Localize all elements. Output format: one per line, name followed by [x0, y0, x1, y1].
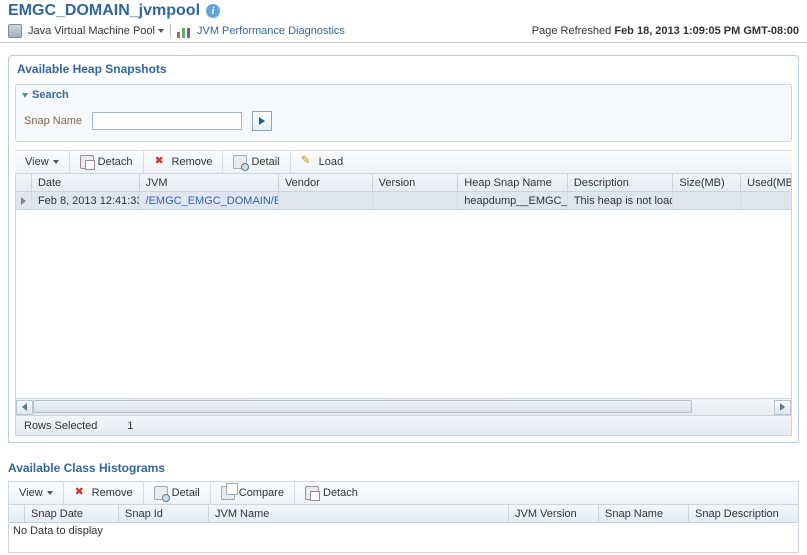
snapname-label: Snap Name	[24, 115, 82, 127]
hist-col-jvm-version[interactable]: JVM Version	[509, 505, 599, 522]
hist-remove-label: Remove	[92, 487, 133, 499]
load-button[interactable]: Load	[291, 151, 353, 173]
cell-heap-snap-name: heapdump__EMGC_EMG	[458, 192, 568, 209]
detail-icon	[233, 155, 247, 169]
jvm-pool-menu[interactable]: Java Virtual Machine Pool	[28, 25, 164, 37]
collapse-icon	[22, 93, 28, 98]
detail-label: Detail	[251, 156, 279, 168]
chevron-down-icon	[53, 160, 59, 164]
detail-icon	[154, 486, 168, 500]
compare-icon	[221, 486, 235, 500]
hist-expand-header	[9, 505, 25, 522]
info-icon[interactable]: i	[206, 4, 220, 18]
search-heading: Search	[32, 89, 69, 101]
jvm-pool-menu-label: Java Virtual Machine Pool	[28, 25, 155, 37]
col-version[interactable]: Version	[373, 174, 459, 191]
hist-detach-label: Detach	[323, 487, 358, 499]
horizontal-scrollbar[interactable]	[16, 398, 791, 415]
snapname-input[interactable]	[92, 112, 242, 130]
hist-col-snap-name[interactable]: Snap Name	[599, 505, 689, 522]
cell-version	[373, 192, 459, 209]
detach-icon	[80, 155, 94, 169]
page-refreshed-time: Feb 18, 2013 1:09:05 PM GMT-08:00	[614, 25, 799, 37]
chevron-down-icon	[47, 491, 53, 495]
col-used[interactable]: Used(MB)	[741, 174, 791, 191]
col-vendor[interactable]: Vendor	[279, 174, 373, 191]
rows-selected-label: Rows Selected	[24, 420, 97, 432]
hist-view-menu[interactable]: View	[9, 482, 64, 504]
hist-compare-label: Compare	[239, 487, 284, 499]
hist-empty-message: No Data to display	[8, 523, 799, 553]
hist-remove-button[interactable]: Remove	[64, 482, 144, 504]
detail-button[interactable]: Detail	[223, 151, 290, 173]
separator	[170, 24, 171, 38]
cell-description: This heap is not loaded	[568, 192, 674, 209]
row-expand-header	[16, 174, 32, 191]
scroll-track[interactable]	[33, 400, 774, 415]
col-jvm[interactable]: JVM	[140, 174, 279, 191]
page-refreshed: Page Refreshed Feb 18, 2013 1:09:05 PM G…	[532, 25, 799, 37]
hist-detail-button[interactable]: Detail	[144, 482, 211, 504]
cell-used	[741, 192, 791, 209]
remove-icon	[154, 155, 168, 169]
histograms-panel-title: Available Class Histograms	[8, 455, 799, 481]
hist-detail-label: Detail	[172, 487, 200, 499]
chevron-down-icon	[158, 29, 164, 33]
cell-size	[673, 192, 741, 209]
detach-icon	[305, 486, 319, 500]
jvm-diagnostics-link[interactable]: JVM Performance Diagnostics	[197, 25, 345, 37]
hist-col-snap-id[interactable]: Snap Id	[119, 505, 209, 522]
col-description[interactable]: Description	[568, 174, 674, 191]
load-label: Load	[319, 156, 343, 168]
hist-col-snap-date[interactable]: Snap Date	[25, 505, 119, 522]
row-expand-toggle[interactable]	[16, 192, 32, 209]
page-refreshed-prefix: Page Refreshed	[532, 25, 612, 37]
search-go-button[interactable]	[252, 111, 272, 131]
remove-label: Remove	[172, 156, 213, 168]
col-date[interactable]: Date	[32, 174, 140, 191]
cell-date: Feb 8, 2013 12:41:33 AM	[32, 192, 140, 209]
hist-compare-button[interactable]: Compare	[211, 482, 295, 504]
hist-view-label: View	[19, 487, 43, 499]
chevron-right-icon	[21, 197, 26, 205]
detach-button[interactable]: Detach	[70, 151, 144, 173]
scroll-thumb[interactable]	[33, 400, 692, 413]
scroll-right-button[interactable]	[774, 400, 791, 415]
col-heap-snap-name[interactable]: Heap Snap Name	[458, 174, 568, 191]
snapshots-panel-title: Available Heap Snapshots	[9, 56, 798, 82]
arrow-right-icon	[259, 117, 265, 125]
detach-label: Detach	[98, 156, 133, 168]
hist-col-jvm-name[interactable]: JVM Name	[209, 505, 509, 522]
remove-button[interactable]: Remove	[144, 151, 224, 173]
page-title: EMGC_DOMAIN_jvmpool	[8, 2, 200, 20]
view-label: View	[25, 156, 49, 168]
grid-empty-area	[16, 210, 791, 398]
rows-selected-count: 1	[127, 420, 133, 432]
hist-detach-button[interactable]: Detach	[295, 482, 368, 504]
cell-jvm-link[interactable]: /EMGC_EMGC_DOMAIN/EMG	[140, 192, 279, 209]
view-menu[interactable]: View	[15, 151, 70, 173]
hist-col-snap-description[interactable]: Snap Description	[689, 505, 798, 522]
load-icon	[301, 155, 315, 169]
chart-icon	[177, 24, 191, 38]
table-row[interactable]: Feb 8, 2013 12:41:33 AM /EMGC_EMGC_DOMAI…	[16, 192, 791, 210]
cell-vendor	[279, 192, 373, 209]
arrow-left-icon	[22, 403, 27, 411]
col-size[interactable]: Size(MB)	[673, 174, 741, 191]
remove-icon	[74, 486, 88, 500]
arrow-right-icon	[780, 403, 785, 411]
server-icon	[8, 24, 22, 38]
search-toggle[interactable]: Search	[16, 85, 791, 105]
scroll-left-button[interactable]	[16, 400, 33, 415]
